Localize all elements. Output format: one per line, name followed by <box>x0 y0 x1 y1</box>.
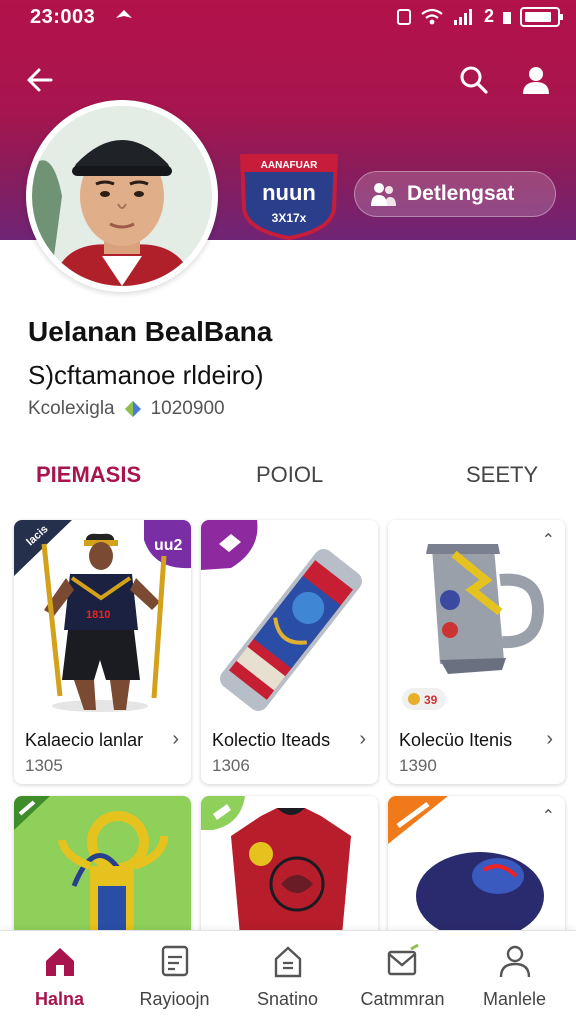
collection-card[interactable]: lacis uu2 1810 Kalaecio lanlar › 1305 <box>14 520 191 784</box>
nav-item-messages[interactable]: Catmmran <box>345 943 460 1023</box>
nav-item-reports[interactable]: Rayioojn <box>117 943 232 1023</box>
card-count: 1306 <box>212 756 250 775</box>
chevron-right-icon: › <box>172 728 179 750</box>
signal-icon <box>453 8 472 25</box>
svg-text:1810: 1810 <box>86 609 110 621</box>
chevron-up-icon[interactable]: ⌃ <box>542 806 555 826</box>
avatar-photo <box>32 106 212 286</box>
wifi-icon <box>421 8 443 24</box>
collection-card[interactable] <box>14 796 191 946</box>
profile-avatar[interactable] <box>26 100 218 292</box>
club-logo-mid: nuun <box>262 180 316 205</box>
club-logo-top: AANAFUAR <box>261 160 318 171</box>
nav-item-profile[interactable]: Manlele <box>457 943 572 1023</box>
nav-label: Manlele <box>482 989 547 1009</box>
charge-icon <box>503 11 511 24</box>
arrow-left-icon <box>27 68 53 92</box>
bottom-navigation: Halna Rayioojn Snatino Catmmran Manlele <box>0 930 576 1024</box>
search-button[interactable] <box>452 58 496 102</box>
status-count: 2 <box>483 6 494 26</box>
person-icon <box>499 945 530 978</box>
details-button-label: Detlengsat <box>407 182 515 205</box>
status-time: 23:003 <box>30 6 96 28</box>
mug-image: 39 <box>402 544 545 710</box>
collection-card[interactable]: 39 ⌃ Kolecüo Itenis › 1390 <box>388 520 565 784</box>
chevron-right-icon: › <box>359 728 366 750</box>
account-button[interactable] <box>514 58 558 102</box>
collection-tabs: PIEMASIS POIOL SEETY <box>0 450 576 502</box>
home-icon <box>45 948 74 976</box>
profile-subtitle: S)cftamanoe rldeiro) <box>28 360 264 390</box>
collection-card[interactable]: ⌃ <box>388 796 565 946</box>
chevron-up-icon[interactable]: ⌃ <box>542 530 555 550</box>
status-right: 2 <box>396 6 563 27</box>
collection-card[interactable]: Kolectio Iteads › 1306 <box>201 520 378 784</box>
can-image <box>201 520 362 711</box>
player-figure-image: lacis uu2 1810 <box>14 520 191 712</box>
status-bar: 23:003 2 <box>0 0 576 34</box>
card-tag: 39 <box>424 693 438 707</box>
card-count: 1305 <box>25 756 63 775</box>
gem-icon <box>124 401 141 417</box>
back-button[interactable] <box>18 58 62 102</box>
person-icon <box>523 67 549 94</box>
location-icon <box>116 10 132 18</box>
envelope-icon <box>387 943 419 976</box>
nav-label: Halna <box>34 989 85 1009</box>
card-badge2-text: uu2 <box>154 537 183 554</box>
card-image: 39 <box>388 520 565 716</box>
nav-label: Rayioojn <box>139 989 210 1009</box>
house-outline-icon <box>274 946 301 978</box>
ball-image <box>388 796 544 940</box>
card-title: Kolectio Iteads <box>212 730 331 750</box>
card-image <box>201 520 378 716</box>
club-logo-bottom: 3X17x <box>272 211 307 225</box>
nav-label: Catmmran <box>360 989 445 1009</box>
card-title: Kalaecio lanlar <box>25 730 144 750</box>
profile-name: Uelanan BealBana <box>28 316 273 347</box>
tab-poiol[interactable]: POIOL <box>256 462 323 488</box>
nav-item-stations[interactable]: Snatino <box>230 943 345 1023</box>
jersey-image <box>201 796 351 946</box>
nav-item-home[interactable]: Halna <box>2 943 117 1023</box>
profile-meta: Kcolexigla 1020900 <box>28 398 225 420</box>
collection-card[interactable] <box>201 796 378 946</box>
card-image: lacis uu2 1810 <box>14 520 191 716</box>
card-title: Kolecüo Itenis <box>399 730 513 750</box>
nfc-icon <box>396 8 411 25</box>
profile-meta-label: Kcolexigla <box>28 398 115 419</box>
profile-meta-value: 1020900 <box>150 398 225 419</box>
scepter-image <box>14 796 168 946</box>
clipboard-icon <box>161 945 188 977</box>
club-logo: AANAFUAR nuun 3X17x <box>239 154 339 240</box>
battery-icon <box>520 6 563 27</box>
chevron-right-icon: › <box>546 728 553 750</box>
users-icon <box>371 183 396 206</box>
tab-piemasis[interactable]: PIEMASIS <box>36 462 141 488</box>
card-count: 1390 <box>399 756 437 775</box>
nav-label: Snatino <box>256 989 319 1009</box>
search-icon <box>460 66 488 94</box>
tab-seety[interactable]: SEETY <box>466 462 538 488</box>
details-button[interactable]: Detlengsat <box>354 171 556 217</box>
